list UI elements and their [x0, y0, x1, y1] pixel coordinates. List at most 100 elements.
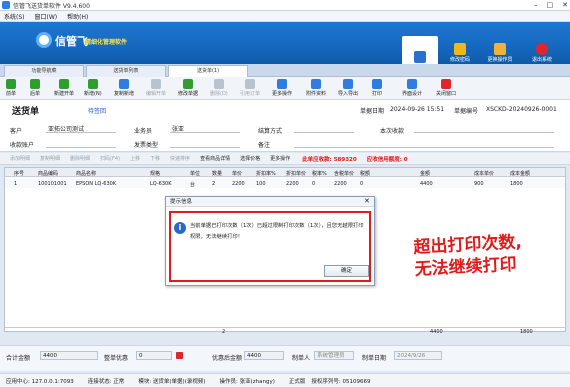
product-detail-button[interactable]: 查看商品详情	[200, 155, 230, 162]
copy-detail-button[interactable]: 复制明细	[40, 155, 60, 162]
grid-cell[interactable]: EPSON LQ-630K	[76, 181, 116, 187]
delete-detail-button[interactable]: 删除明细	[70, 155, 90, 162]
doc-status: 待签回	[88, 108, 107, 115]
grid-cell[interactable]: 2200	[286, 181, 299, 187]
grid-header-cell[interactable]: 税额	[360, 170, 370, 177]
info-icon: i	[174, 222, 186, 234]
close-window-icon	[441, 79, 451, 89]
grid-header-cell[interactable]: 金额	[420, 170, 430, 177]
grid-cell[interactable]: 1800	[510, 181, 523, 187]
grid-cell[interactable]: 900	[474, 181, 484, 187]
grid-cell[interactable]: 2	[212, 181, 215, 187]
menu-system[interactable]: 系统(S)	[4, 12, 25, 21]
status-center: 应用中心: 127.0.0.1:7093	[6, 378, 74, 385]
quote-icon	[245, 79, 255, 89]
add-detail-button[interactable]: 添加明细	[10, 155, 30, 162]
grid-cell[interactable]: 0	[312, 181, 315, 187]
grid-cell[interactable]: 4400	[420, 181, 433, 187]
grid-header-cell[interactable]: 成本金额	[510, 170, 530, 177]
ok-button[interactable]: 确定	[324, 265, 369, 277]
attachments-button[interactable]: 附件资料	[306, 79, 326, 97]
dialog-message: 当前单据已打印次数（1次）已超过限制打印次数（1次），且您无越限打印权限，无法继…	[190, 223, 364, 240]
delete-button[interactable]: 删除(D)	[210, 79, 228, 97]
print-button[interactable]: 打印	[372, 79, 382, 97]
close-window-button[interactable]: 关闭窗口	[436, 79, 456, 97]
grid-cell[interactable]: 1	[14, 181, 17, 187]
menu-help[interactable]: 帮助(H)	[67, 12, 88, 21]
window-title: 信管飞送货单软件 V9.4.600	[13, 2, 90, 10]
grid-cell[interactable]: 2200	[334, 181, 347, 187]
grid-header-cell[interactable]: 单位	[190, 170, 200, 177]
grid-header-cell[interactable]: 折扣单价	[286, 170, 306, 177]
receive-label: 本次收款	[380, 128, 405, 135]
settle-field[interactable]	[294, 132, 354, 133]
add-button[interactable]: 新增(N)	[84, 79, 102, 97]
toolbar-label: 后单	[30, 91, 41, 97]
import-export-button[interactable]: 导入导出	[338, 79, 358, 97]
quick-sort-button[interactable]: 快速排序	[170, 155, 190, 162]
grid-cell[interactable]: LQ-630K	[150, 181, 172, 187]
more-ops-button[interactable]: 更多操作	[272, 79, 292, 97]
makedate-label: 制单日期	[362, 355, 387, 362]
tab-delivery-note[interactable]: 送货单(1)	[168, 65, 248, 77]
docno-field[interactable]: XSCKD-20240926-0001	[486, 106, 557, 113]
change-password-button[interactable]: 修改密码	[442, 36, 478, 63]
grid-header-cell[interactable]: 折扣率%	[256, 170, 276, 177]
form-panel	[0, 100, 570, 152]
discount-field[interactable]: 0	[136, 351, 172, 360]
close-icon[interactable]: ✕	[562, 1, 568, 9]
customer-label: 客户	[10, 128, 23, 135]
grid-cell[interactable]: 台	[190, 181, 195, 188]
account-field[interactable]	[46, 147, 116, 148]
toolbar-label: 新增(N)	[84, 91, 102, 97]
switch-operator-button[interactable]: 更换操作员	[482, 36, 518, 63]
grid-header-cell[interactable]: 商品编码	[38, 170, 58, 177]
grid-cell[interactable]: 2200	[232, 181, 245, 187]
grid-header-cell[interactable]: 商品名称	[76, 170, 96, 177]
modify-doc-button[interactable]: 修改单据	[178, 79, 198, 97]
grid-header-cell[interactable]: 含税单价	[334, 170, 354, 177]
remark-field[interactable]	[294, 147, 554, 148]
grid-header-cell[interactable]: 税率%	[312, 170, 327, 177]
more-actions-button[interactable]: 更多操作	[270, 155, 290, 162]
quote-order-button[interactable]: 引用订单	[240, 79, 260, 97]
grid-header-cell[interactable]: 序号	[14, 170, 24, 177]
maximize-icon[interactable]: □	[547, 1, 554, 9]
copy-add-button[interactable]: 复制新增	[114, 79, 134, 97]
delete-icon	[213, 79, 224, 89]
grid-header-cell[interactable]: 数量	[212, 170, 222, 177]
grid-header-cell[interactable]: 单价	[232, 170, 242, 177]
grid-cell[interactable]: 100	[256, 181, 266, 187]
exit-system-button[interactable]: 退出系统	[524, 36, 560, 63]
after-discount-field: 4400	[244, 351, 284, 360]
discount-edit-icon[interactable]	[176, 352, 183, 359]
invoice-field[interactable]	[170, 147, 240, 148]
new-order-button[interactable]: 新建开单	[54, 79, 74, 97]
date-field[interactable]: 2024-09-26 15:51	[390, 106, 444, 113]
grid-header-cell[interactable]: 成本单价	[474, 170, 494, 177]
dialog-close-icon[interactable]: ✕	[364, 197, 370, 205]
prev-button[interactable]: 前单	[6, 79, 16, 97]
ui-design-button[interactable]: 界面设计	[402, 79, 422, 97]
grid-cell[interactable]: 100101001	[38, 181, 67, 187]
modify-icon	[183, 79, 193, 89]
total-field: 4400	[40, 351, 98, 360]
tab-delivery-list[interactable]: 送货单列表	[86, 65, 166, 77]
edit-icon	[151, 79, 161, 89]
move-up-button[interactable]: 上移	[130, 155, 140, 162]
minimize-icon[interactable]: –	[534, 1, 538, 9]
receive-field[interactable]	[414, 132, 554, 133]
next-button[interactable]: 后单	[30, 79, 40, 97]
scan-button[interactable]: 扫码(F4)	[100, 155, 120, 162]
grid-header-cell[interactable]: 规格	[150, 170, 160, 177]
move-down-button[interactable]: 下移	[150, 155, 160, 162]
header-doc-button[interactable]	[402, 36, 438, 64]
select-price-button[interactable]: 选择价格	[240, 155, 260, 162]
menu-window[interactable]: 窗口(W)	[35, 12, 58, 21]
grid-cell[interactable]: 0	[360, 181, 363, 187]
makedate-field: 2024/9/26	[394, 351, 442, 360]
brand-name: 信管飞	[55, 35, 88, 48]
edit-order-button[interactable]: 编辑开单	[146, 79, 166, 97]
dialog-title: 提示信息	[166, 197, 374, 207]
tab-navigation[interactable]: 功能导航菜	[4, 65, 84, 77]
